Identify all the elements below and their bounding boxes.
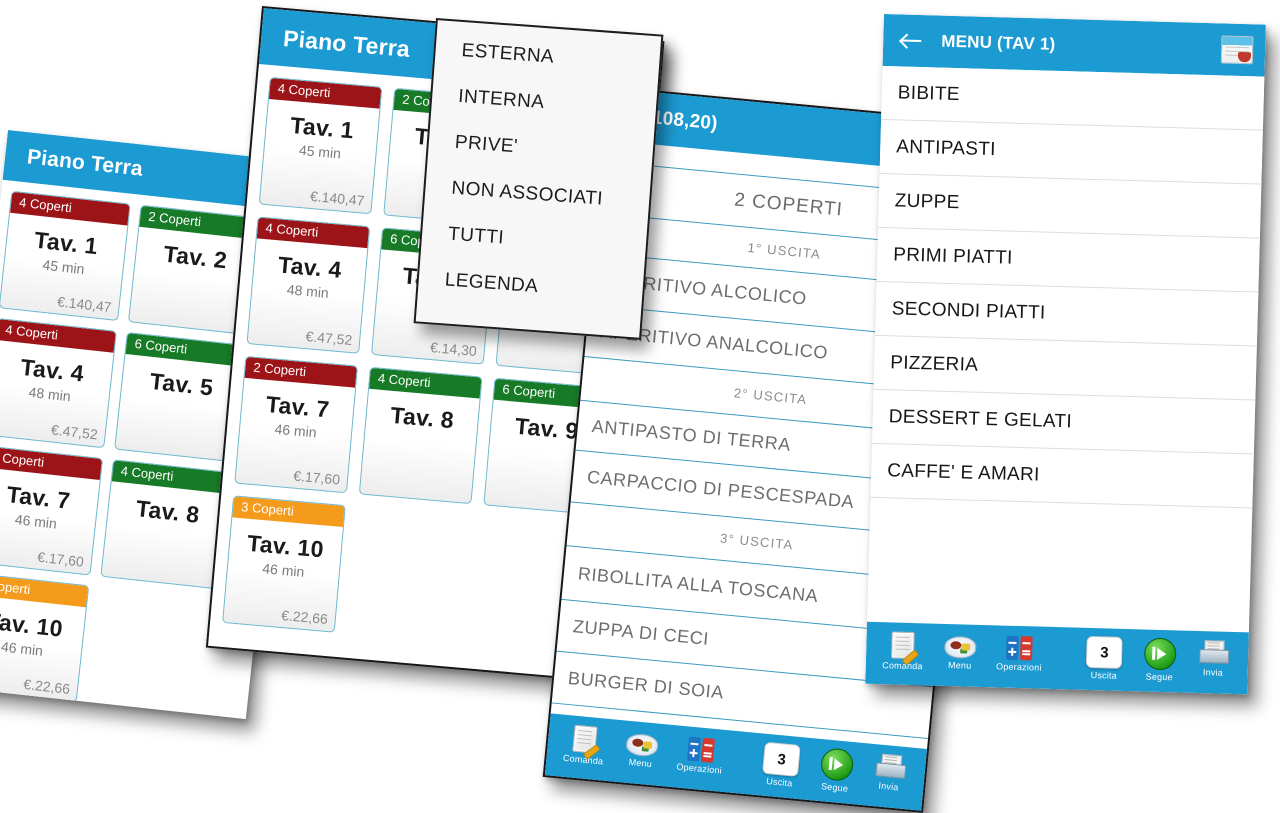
card-amount: €.17,60 — [36, 548, 85, 570]
printer-icon — [1199, 640, 1228, 666]
card-amount: €.140,47 — [309, 187, 366, 209]
toolbar-button-operazioni[interactable]: Operazioni — [668, 729, 733, 777]
toolbar-button-uscita[interactable]: 3 Uscita — [1075, 632, 1134, 682]
uscita-counter[interactable]: 3 — [762, 741, 802, 777]
segue-play-icon — [819, 747, 855, 782]
toolbar-label: Segue — [820, 781, 849, 794]
comanda-icon — [572, 724, 598, 754]
order-row-text: BURGER DI SOIA — [567, 667, 725, 703]
toolbar-label: Menu — [628, 756, 653, 770]
order-row-text: ZUPPA DI CECI — [572, 616, 710, 649]
operazioni-icon — [686, 736, 716, 763]
card-amount: €.47,52 — [50, 421, 99, 443]
menu-plate-icon — [625, 732, 660, 758]
toolbar-label: Segue — [1145, 671, 1173, 683]
floor-filter-dropdown[interactable]: ESTERNA INTERNA PRIVE' NON ASSOCIATI TUT… — [413, 18, 664, 340]
toolbar-button-uscita[interactable]: 3 Uscita — [750, 737, 812, 790]
toolbar-label: Invia — [1202, 667, 1224, 678]
toolbar-button-segue[interactable]: Segue — [807, 742, 865, 795]
order-row-text: 1° USCITA — [746, 239, 822, 262]
toolbar-button-operazioni[interactable]: Operazioni — [988, 629, 1050, 673]
menu-category-label: BIBITE — [897, 81, 961, 105]
toolbar-button-menu[interactable]: Menu — [931, 628, 989, 672]
card-amount: €.14,30 — [429, 338, 478, 359]
page-title: Piano Terra — [282, 24, 412, 62]
menu-category-label: ZUPPE — [894, 189, 960, 213]
card-amount: €.17,60 — [292, 467, 341, 488]
card-amount: €.22,66 — [22, 675, 71, 697]
table-card[interactable]: 4 Coperti Tav. 1 45 min €.140,47 — [258, 76, 383, 215]
toolbar-button-menu[interactable]: Menu — [611, 724, 672, 771]
card-amount: €.47,52 — [304, 328, 353, 349]
printer-icon — [875, 753, 905, 781]
page-title: Piano Terra — [25, 145, 144, 181]
toolbar-label: Comanda — [562, 752, 604, 767]
toolbar-label: Operazioni — [995, 661, 1042, 673]
table-card[interactable]: 4 Coperti Tav. 4 48 min €.47,52 — [246, 216, 371, 354]
menu-category-label: ANTIPASTI — [896, 135, 997, 160]
page-title: MENU (TAV 1) — [941, 31, 1056, 54]
card-amount: €.140,47 — [56, 293, 113, 316]
card-amount — [109, 572, 212, 583]
order-row-text: RIBOLLITA ALLA TOSCANA — [577, 563, 820, 607]
menu-plate-icon — [943, 635, 977, 659]
toolbar-label: Uscita — [765, 776, 793, 789]
toolbar-button-invia[interactable]: Invia — [1186, 635, 1241, 678]
segue-play-icon — [1143, 637, 1177, 671]
toolbar-button-segue[interactable]: Segue — [1132, 633, 1187, 682]
menu-category-list: BIBITE ANTIPASTI ZUPPE PRIMI PIATTI SECO… — [870, 65, 1265, 509]
toolbar-label: Comanda — [882, 660, 923, 672]
card-amount — [136, 318, 239, 329]
order-row-text: ANTIPASTO DI TERRA — [590, 416, 792, 455]
order-row-text: 3° USCITA — [719, 530, 795, 553]
menu-category-label: SECONDI PIATTI — [891, 297, 1046, 324]
order-row-text: 2° USCITA — [733, 385, 808, 408]
screenshot-collage: Piano Terra 4 Coperti Tav. 1 45 min €.14… — [0, 0, 1280, 813]
card-table-name: Tav. 8 — [389, 402, 456, 434]
menu-category-label: PRIMI PIATTI — [892, 243, 1013, 269]
table-card[interactable]: 4 Coperti Tav. 1 45 min €.140,47 — [0, 190, 131, 321]
toolbar-label: Operazioni — [676, 761, 723, 776]
operazioni-icon — [1006, 635, 1033, 661]
toolbar-label: Invia — [878, 780, 899, 793]
toolbar-button-invia[interactable]: Invia — [861, 747, 918, 794]
bottom-toolbar-menu: Comanda Menu Operazioni 3 Uscita Segue I… — [865, 621, 1249, 695]
table-card[interactable]: 2 Coperti Tav. 7 46 min €.17,60 — [234, 355, 359, 494]
toolbar-button-comanda[interactable]: Comanda — [554, 718, 615, 767]
order-row-text: 2 COPERTI — [733, 188, 844, 221]
uscita-counter[interactable]: 3 — [1086, 635, 1123, 669]
card-amount — [367, 490, 464, 498]
menu-category-label: PIZZERIA — [889, 351, 979, 376]
card-amount: €.22,66 — [280, 607, 329, 628]
card-table-name: Tav. 2 — [162, 240, 229, 274]
comanda-icon — [891, 631, 915, 660]
table-card[interactable]: 2 Coperti Tav. 7 46 min €.17,60 — [0, 445, 104, 576]
calendar-icon[interactable] — [1220, 35, 1254, 65]
panel-menu-categories[interactable]: MENU (TAV 1) BIBITE ANTIPASTI ZUPPE PRIM… — [865, 14, 1266, 695]
menu-category-label: DESSERT E GELATI — [888, 405, 1073, 432]
table-card[interactable]: 4 Coperti Tav. 8 — [358, 366, 483, 505]
table-card[interactable]: 3 Coperti Tav. 10 46 min €.22,66 — [0, 572, 90, 703]
table-card[interactable]: 3 Coperti Tav. 10 46 min €.22,66 — [222, 495, 346, 633]
card-amount — [123, 445, 226, 456]
menu-category-label: CAFFE' E AMARI — [886, 459, 1040, 486]
card-table-name: Tav. 5 — [148, 368, 215, 401]
toolbar-label: Menu — [947, 660, 972, 671]
card-table-name: Tav. 8 — [134, 495, 201, 529]
toolbar-button-comanda[interactable]: Comanda — [874, 626, 932, 672]
back-arrow-icon[interactable] — [901, 31, 923, 50]
table-card[interactable]: 4 Coperti Tav. 4 48 min €.47,52 — [0, 317, 117, 449]
toolbar-label: Uscita — [1090, 670, 1118, 681]
menu-category-item[interactable]: CAFFE' E AMARI — [870, 443, 1254, 509]
